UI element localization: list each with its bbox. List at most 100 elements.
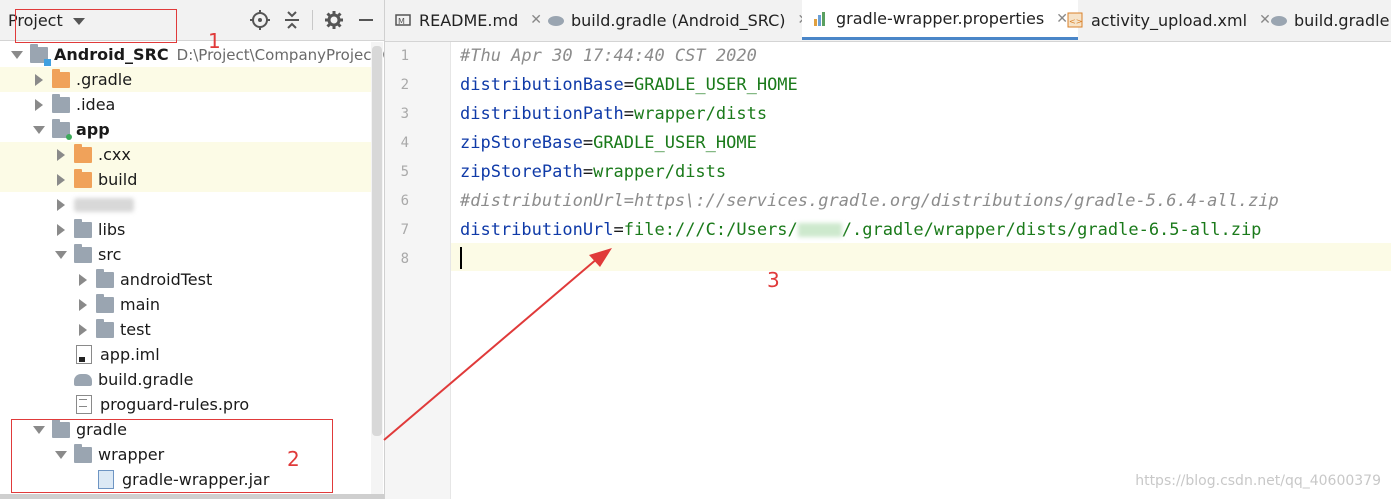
property-value: GRADLE_USER_HOME (593, 133, 757, 153)
tree-scrollbar[interactable] (371, 42, 383, 499)
tree-item[interactable]: build (0, 167, 372, 192)
expand-arrow-right-icon[interactable] (56, 199, 66, 211)
redacted-username (797, 223, 842, 237)
svg-text:M: M (398, 17, 405, 26)
expand-arrow-right-icon[interactable] (78, 299, 88, 311)
tree-item[interactable]: test (0, 317, 372, 342)
editor-tab[interactable]: <> activity_upload.xml ✕ (1057, 0, 1281, 40)
tree-item[interactable]: libs (0, 217, 372, 242)
line-number: 4 (400, 135, 409, 151)
project-folder-icon (30, 43, 51, 66)
tree-item-label: .gradle (76, 70, 133, 89)
code-line: zipStorePath=wrapper/dists (460, 158, 726, 186)
tree-item[interactable]: .gradle (0, 67, 372, 92)
editor-tab[interactable]: build.gradle (Android_SRC)✕ (537, 0, 819, 40)
xml-icon: <> (1067, 12, 1083, 28)
equals-sign: = (613, 220, 624, 240)
annotation-number-1: 1 (208, 29, 221, 53)
equals-sign: = (582, 133, 594, 153)
expand-arrow-right-icon[interactable] (56, 174, 66, 186)
expand-arrow-down-icon[interactable] (12, 49, 22, 61)
tree-item-label: androidTest (120, 270, 213, 289)
expand-arrow-right-icon[interactable] (34, 74, 44, 86)
line-number: 5 (400, 164, 409, 180)
excluded-folder-icon (52, 68, 70, 88)
code-line: distributionPath=wrapper/dists (460, 100, 767, 128)
folder-icon (52, 93, 70, 113)
current-line-highlight (451, 243, 1391, 271)
gradle-elephant-icon (547, 12, 564, 28)
code-line: #Thu Apr 30 17:44:40 CST 2020 (460, 42, 757, 70)
tab-label: build.gradle (Android_SRC) (571, 10, 786, 30)
excluded-folder-icon (74, 143, 92, 163)
property-key: zipStoreBase (460, 133, 583, 153)
gradle-elephant-icon (74, 373, 92, 386)
line-number: 1 (400, 48, 409, 64)
gear-icon[interactable] (324, 10, 344, 30)
collapse-all-icon[interactable] (282, 10, 302, 30)
tree-item-label: .idea (76, 95, 116, 114)
expand-arrow-right-icon[interactable] (78, 274, 88, 286)
redacted-item (74, 197, 134, 212)
tree-item[interactable]: .cxx (0, 142, 372, 167)
tree-item[interactable]: app (0, 117, 372, 142)
property-value: /.gradle/wrapper/dists/gradle-6.5-all.zi… (841, 220, 1262, 240)
tree-item[interactable]: app.iml (0, 342, 372, 367)
tree-item-label: build (98, 170, 138, 189)
locate-file-icon[interactable] (250, 10, 270, 30)
annotation-number-3: 3 (767, 268, 780, 292)
editor-tab[interactable]: build.gradle ( (1260, 0, 1391, 40)
property-key: distributionPath (460, 104, 624, 124)
iml-file-icon (76, 345, 92, 364)
code-editor[interactable]: #Thu Apr 30 17:44:40 CST 2020 distributio… (451, 42, 1391, 499)
equals-sign: = (582, 162, 594, 182)
tree-item[interactable] (0, 192, 372, 217)
annotation-box-2 (11, 419, 333, 493)
expand-arrow-down-icon[interactable] (56, 249, 66, 261)
module-folder-icon (52, 118, 72, 140)
equals-sign: = (623, 104, 635, 124)
tree-item[interactable]: .idea (0, 92, 372, 117)
line-number: 3 (400, 106, 409, 122)
svg-text:<>: <> (1069, 17, 1082, 26)
expand-arrow-right-icon[interactable] (34, 99, 44, 111)
comment-text: #distributionUrl=https\://services.gradl… (460, 191, 1279, 211)
property-key: distributionUrl (460, 220, 614, 240)
annotation-number-2: 2 (287, 447, 300, 471)
gradle-elephant-icon (1270, 12, 1287, 28)
folder-icon (96, 268, 114, 288)
editor-tab[interactable]: M README.md ✕ (385, 0, 552, 40)
expand-arrow-right-icon[interactable] (78, 324, 88, 336)
folder-icon (74, 218, 92, 238)
editor-tab[interactable]: gradle-wrapper.properties ✕ (802, 0, 1078, 40)
code-line: distributionBase=GRADLE_USER_HOME (460, 71, 798, 99)
tree-item[interactable]: androidTest (0, 267, 372, 292)
minimize-icon[interactable] (356, 10, 376, 30)
expand-arrow-right-icon[interactable] (56, 224, 66, 236)
properties-icon (812, 11, 828, 27)
tree-item-label: test (120, 320, 151, 339)
tree-scrollbar-thumb[interactable] (372, 46, 382, 436)
panel-horizontal-scrollbar[interactable] (0, 494, 384, 499)
tab-label: build.gradle ( (1294, 10, 1391, 30)
tree-item-label: Android_SRC (54, 45, 169, 64)
tree-item[interactable]: main (0, 292, 372, 317)
property-value: wrapper/dists (593, 162, 727, 182)
markdown-icon: M (395, 12, 411, 28)
annotation-box-1 (15, 9, 177, 43)
tree-item[interactable]: src (0, 242, 372, 267)
tree-item-label: app.iml (100, 345, 160, 364)
equals-sign: = (623, 75, 635, 95)
expand-arrow-right-icon[interactable] (56, 149, 66, 161)
tree-item[interactable]: Android_SRC D:\Project\CompanyProject\GP (0, 42, 384, 67)
line-number: 6 (400, 193, 409, 209)
property-value: GRADLE_USER_HOME (634, 75, 798, 95)
tree-item[interactable]: proguard-rules.pro (0, 392, 372, 417)
code-line: zipStoreBase=GRADLE_USER_HOME (460, 129, 757, 157)
tree-item-label: src (98, 245, 122, 264)
expand-arrow-down-icon[interactable] (34, 124, 44, 136)
property-key: distributionBase (460, 75, 624, 95)
tree-item[interactable]: build.gradle (0, 367, 372, 392)
folder-icon (96, 293, 114, 313)
property-key: zipStorePath (460, 162, 583, 182)
